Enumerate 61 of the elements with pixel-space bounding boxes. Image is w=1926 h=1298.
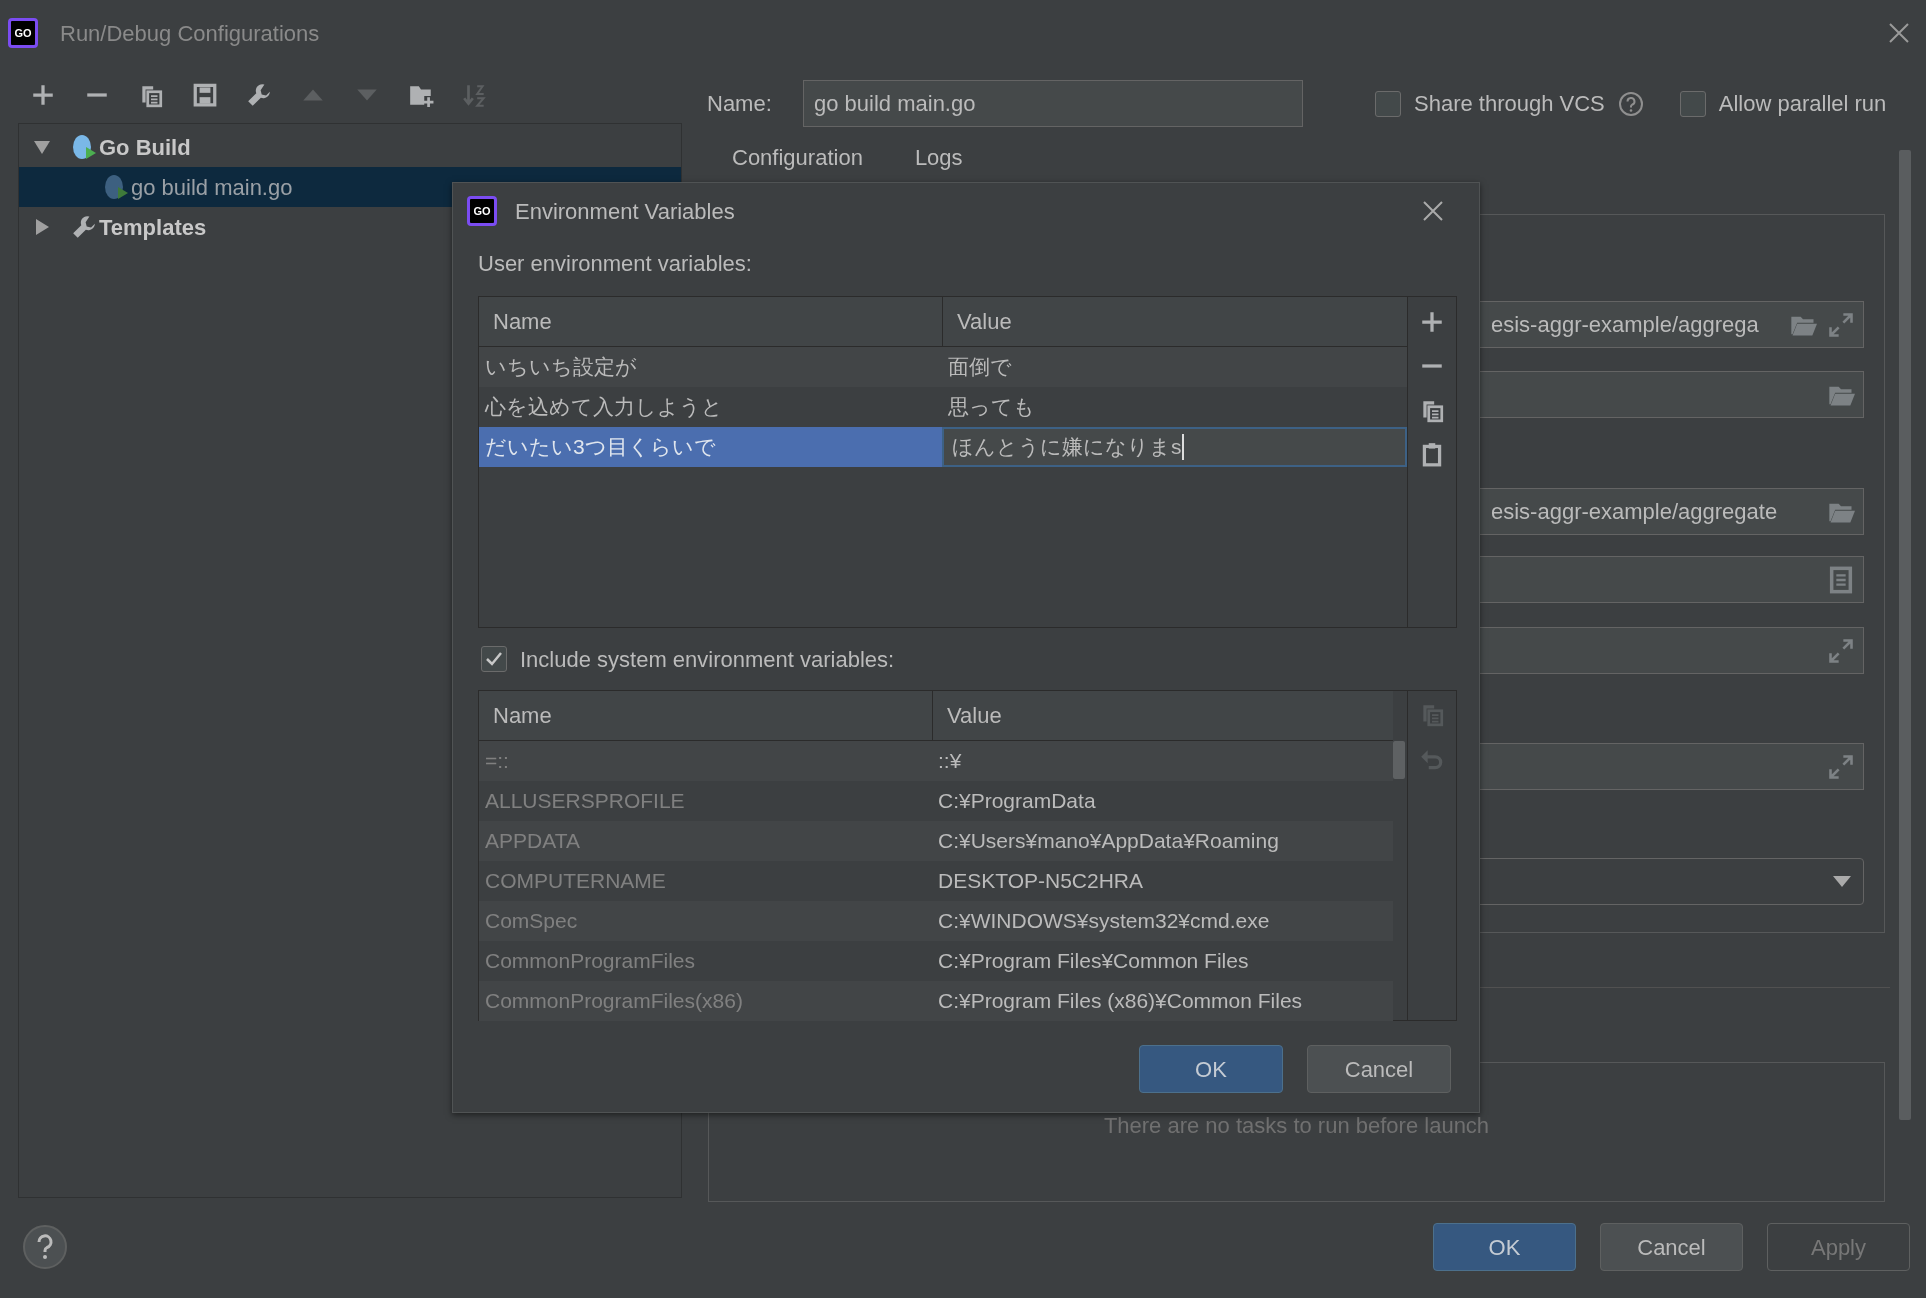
tab[interactable]: Logs [914, 147, 963, 169]
table-cell-text: C:¥Program Files (x86)¥Common Files [937, 988, 1304, 1015]
table-cell-text: DESKTOP-N5C2HRA [937, 868, 1144, 895]
checkbox[interactable] [1679, 90, 1706, 117]
tree-item[interactable]: Go Build [19, 127, 681, 167]
table-cell-text: 思っても [947, 394, 1036, 421]
table-cell[interactable]: いちいち設定が [479, 347, 942, 387]
table-cell-text: C:¥ProgramData [937, 788, 1097, 815]
checkbox[interactable] [1375, 90, 1401, 117]
expand-arrow-icon[interactable] [33, 218, 51, 236]
table-cell-text: C:¥Users¥mano¥AppData¥Roaming [937, 828, 1280, 855]
table-cell-text: APPDATA [484, 828, 581, 855]
table-cell-text: C:¥Program Files¥Common Files [937, 948, 1250, 975]
scrollbar[interactable] [1899, 150, 1911, 1120]
column-header[interactable]: Name [479, 691, 932, 740]
checkbox[interactable] [481, 646, 507, 672]
table-cell[interactable]: 心を込めて入力しようと [479, 387, 942, 427]
table-cell-text: 面倒で [947, 354, 1013, 381]
expand-icon[interactable] [1827, 752, 1855, 781]
help-icon[interactable] [1617, 90, 1644, 117]
table-cell-text: CommonProgramFiles(x86) [484, 988, 744, 1015]
close-icon[interactable] [1423, 201, 1443, 221]
close-icon[interactable] [1888, 22, 1910, 44]
run-configuration-icon [103, 173, 129, 201]
expand-icon[interactable] [1827, 310, 1855, 339]
tab[interactable]: Configuration [732, 147, 863, 169]
collapse-arrow-icon[interactable] [33, 138, 51, 156]
scrollbar[interactable] [1393, 741, 1405, 779]
table-cell[interactable]: だいたい3つ目くらいで [479, 427, 942, 467]
app-logo: GO [467, 196, 497, 226]
column-header[interactable]: Value [942, 297, 1407, 346]
expand-icon[interactable] [1827, 636, 1855, 665]
table-cell-text: =:: [484, 748, 510, 775]
section-label: User environment variables: [478, 249, 752, 278]
wrench-icon [71, 214, 97, 240]
table-cell-text: C:¥WINDOWS¥system32¥cmd.exe [937, 908, 1271, 935]
help-icon[interactable] [22, 1224, 68, 1270]
add-icon[interactable] [1419, 309, 1445, 335]
ok-button[interactable]: OK [1139, 1045, 1283, 1093]
table-cell-text: CommonProgramFiles [484, 948, 697, 975]
checkbox-label: Share through VCS [1414, 90, 1605, 118]
column-header[interactable]: Name [479, 297, 942, 346]
ok-button[interactable]: OK [1433, 1223, 1576, 1271]
wrench-icon[interactable] [246, 81, 272, 108]
table-cell-text: ComSpec [484, 908, 579, 935]
dropdown-arrow-icon[interactable] [1833, 875, 1851, 888]
cell-editor[interactable]: ほんとうに嫌になりまs [942, 427, 1407, 467]
table-cell-text: COMPUTERNAME [484, 868, 667, 895]
app-logo: GO [8, 18, 38, 48]
run-configuration-icon [71, 133, 97, 161]
cancel-button[interactable]: Cancel [1600, 1223, 1743, 1271]
save-icon[interactable] [192, 81, 218, 108]
table-cell-text: ALLUSERSPROFILE [484, 788, 686, 815]
checkbox-label: Allow parallel run [1718, 90, 1887, 118]
document-icon[interactable] [1827, 565, 1855, 594]
name-label: Name: [707, 90, 773, 118]
checkbox-label: Include system environment variables: [520, 645, 895, 674]
name-field[interactable]: go build main.go [803, 80, 1303, 127]
table-cell-text: ::¥ [937, 748, 963, 775]
cancel-button[interactable]: Cancel [1307, 1045, 1451, 1093]
window-title: Run/Debug Configurations [60, 19, 320, 48]
